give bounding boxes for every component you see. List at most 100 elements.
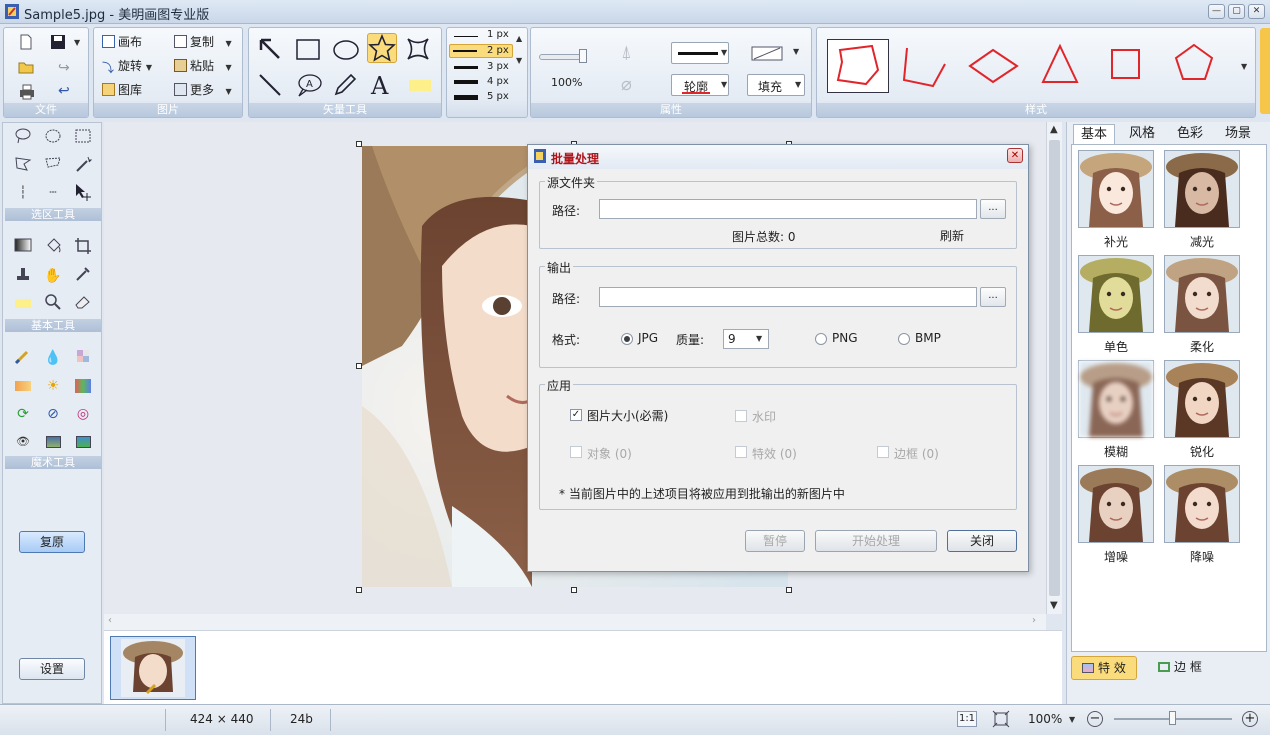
style-diamond[interactable] — [967, 46, 1021, 86]
minimize-button[interactable]: — — [1208, 4, 1225, 19]
zoom-value[interactable]: 100% — [1028, 712, 1062, 726]
zoom-tool-icon[interactable] — [42, 293, 64, 315]
zoom-out-button[interactable]: − — [1087, 711, 1103, 727]
brightness-icon[interactable]: ☀ — [42, 375, 64, 397]
ellipse-select-icon[interactable] — [42, 127, 64, 149]
magnetic-lasso-icon[interactable] — [42, 155, 64, 177]
image-size-checkbox[interactable]: ✓ — [570, 409, 582, 421]
tab-style[interactable]: 风格 — [1121, 124, 1163, 144]
object-checkbox[interactable] — [570, 446, 582, 458]
zoom-dropdown-icon[interactable]: ▼ — [1069, 715, 1075, 724]
style-more-icon[interactable]: ▼ — [1241, 62, 1247, 71]
fill-pattern-dropdown[interactable]: ▼ — [749, 42, 803, 64]
crop-tool-icon[interactable] — [72, 237, 94, 259]
new-file-icon[interactable] — [18, 34, 34, 53]
opacity-slider-thumb[interactable] — [579, 49, 587, 63]
width-3px-item[interactable]: 3 px — [451, 60, 511, 74]
maximize-button[interactable]: ▢ — [1228, 4, 1245, 19]
copy-button[interactable]: 复制 ▼ — [174, 32, 232, 52]
scroll-down-icon[interactable]: ▼ — [1050, 600, 1058, 611]
open-folder-icon[interactable] — [18, 60, 36, 77]
width-2px-item[interactable]: 2 px — [449, 44, 513, 58]
pause-button[interactable]: 暂停 — [745, 530, 805, 552]
effect-thumbnail[interactable] — [1164, 465, 1240, 543]
effect-thumbnail[interactable] — [1078, 150, 1154, 228]
zoom-in-button[interactable]: + — [1242, 711, 1258, 727]
outline-dropdown[interactable]: 轮廓 ▼ — [671, 74, 729, 96]
fit-window-icon[interactable] — [992, 710, 1010, 728]
save-dropdown-icon[interactable]: ▼ — [74, 38, 80, 47]
brush-icon[interactable] — [12, 347, 34, 369]
effect-thumbnail[interactable] — [1078, 360, 1154, 438]
bmp-radio[interactable] — [898, 333, 910, 345]
thumbnail-item[interactable] — [110, 636, 196, 700]
vertical-scrollbar[interactable]: ▲ ▼ — [1046, 122, 1062, 614]
actual-size-button[interactable]: 1:1 — [957, 711, 977, 727]
arrow-tool-icon[interactable] — [257, 36, 283, 62]
tab-basic[interactable]: 基本 — [1073, 124, 1115, 144]
polygon-lasso-icon[interactable] — [12, 155, 34, 177]
source-path-input[interactable] — [599, 199, 977, 219]
tab-color[interactable]: 色彩 — [1169, 124, 1211, 144]
text-tool-icon[interactable]: A — [371, 72, 388, 100]
jpg-radio[interactable] — [621, 333, 633, 345]
hand-tool-icon[interactable]: ✋ — [42, 265, 64, 287]
effects-tab-button[interactable]: 特 效 — [1071, 656, 1137, 680]
source-browse-button[interactable]: ... — [980, 199, 1006, 219]
lasso-tool-icon[interactable] — [12, 127, 34, 149]
highlighter-tool-icon[interactable] — [409, 80, 431, 91]
dialog-close-icon[interactable]: ✕ — [1007, 148, 1023, 163]
refresh-link[interactable]: 刷新 — [940, 227, 964, 244]
rect-select-icon[interactable] — [72, 127, 94, 149]
ribbon-side-tab[interactable] — [1260, 28, 1270, 114]
no-fill-icon[interactable]: ⌀ — [621, 74, 632, 95]
style-triangle[interactable] — [1039, 42, 1081, 86]
vertical-line-select-icon[interactable]: ┆ — [12, 181, 34, 203]
effect-thumbnail[interactable] — [1164, 255, 1240, 333]
four-point-star-tool-icon[interactable] — [405, 36, 431, 62]
landscape-icon[interactable] — [46, 436, 61, 448]
quality-select[interactable]: 9 ▼ — [723, 329, 769, 349]
paste-button[interactable]: 粘贴 ▼ — [174, 56, 232, 76]
speech-bubble-tool-icon[interactable]: A — [295, 72, 323, 98]
output-path-input[interactable] — [599, 287, 977, 307]
eyedropper-icon[interactable] — [72, 265, 94, 287]
watermark-checkbox[interactable] — [735, 410, 747, 422]
start-process-button[interactable]: 开始处理 — [815, 530, 937, 552]
style-pentagon[interactable] — [1173, 42, 1215, 84]
scroll-right-icon[interactable]: › — [1032, 615, 1036, 626]
effect-thumbnail[interactable] — [1164, 150, 1240, 228]
border-tab-button[interactable]: 边 框 — [1147, 656, 1213, 680]
resize-handle[interactable] — [786, 587, 792, 593]
png-radio[interactable] — [815, 333, 827, 345]
horizontal-scrollbar[interactable]: ‹ › — [104, 614, 1046, 630]
rectangle-tool-icon[interactable] — [295, 38, 321, 62]
close-button[interactable]: 关闭 — [947, 530, 1017, 552]
color-palette-icon[interactable] — [75, 379, 91, 393]
effect-thumbnail[interactable] — [1078, 255, 1154, 333]
undo-icon[interactable]: ↩ — [58, 83, 70, 99]
effects-checkbox[interactable] — [735, 446, 747, 458]
width-scroll-down-icon[interactable]: ▼ — [516, 56, 522, 65]
rotate-color-icon[interactable]: ⟳ — [12, 403, 34, 425]
gallery-button[interactable]: 图库 — [102, 80, 142, 100]
width-1px-item[interactable]: 1 px — [451, 29, 511, 42]
effect-thumbnail[interactable] — [1078, 465, 1154, 543]
stamp-tool-icon[interactable] — [12, 265, 34, 287]
resize-handle[interactable] — [571, 587, 577, 593]
fill-dropdown[interactable]: 填充 ▼ — [747, 74, 805, 96]
blur-drop-icon[interactable]: 💧 — [42, 347, 64, 369]
highlighter-icon[interactable] — [15, 299, 31, 308]
tab-scene[interactable]: 场景 — [1217, 124, 1259, 144]
width-5px-item[interactable]: 5 px — [451, 90, 511, 104]
desaturate-icon[interactable]: ⊘ — [42, 403, 64, 425]
print-icon[interactable] — [18, 84, 36, 103]
eraser-icon[interactable] — [72, 293, 94, 315]
style-open-shape[interactable] — [901, 42, 951, 92]
more-button[interactable]: 更多 ▼ — [174, 80, 232, 100]
landscape-enhance-icon[interactable] — [76, 436, 91, 448]
ellipse-tool-icon[interactable] — [332, 38, 360, 62]
target-icon[interactable]: ◎ — [72, 403, 94, 425]
style-square[interactable] — [1109, 46, 1143, 82]
style-irregular-shape[interactable] — [827, 39, 889, 93]
